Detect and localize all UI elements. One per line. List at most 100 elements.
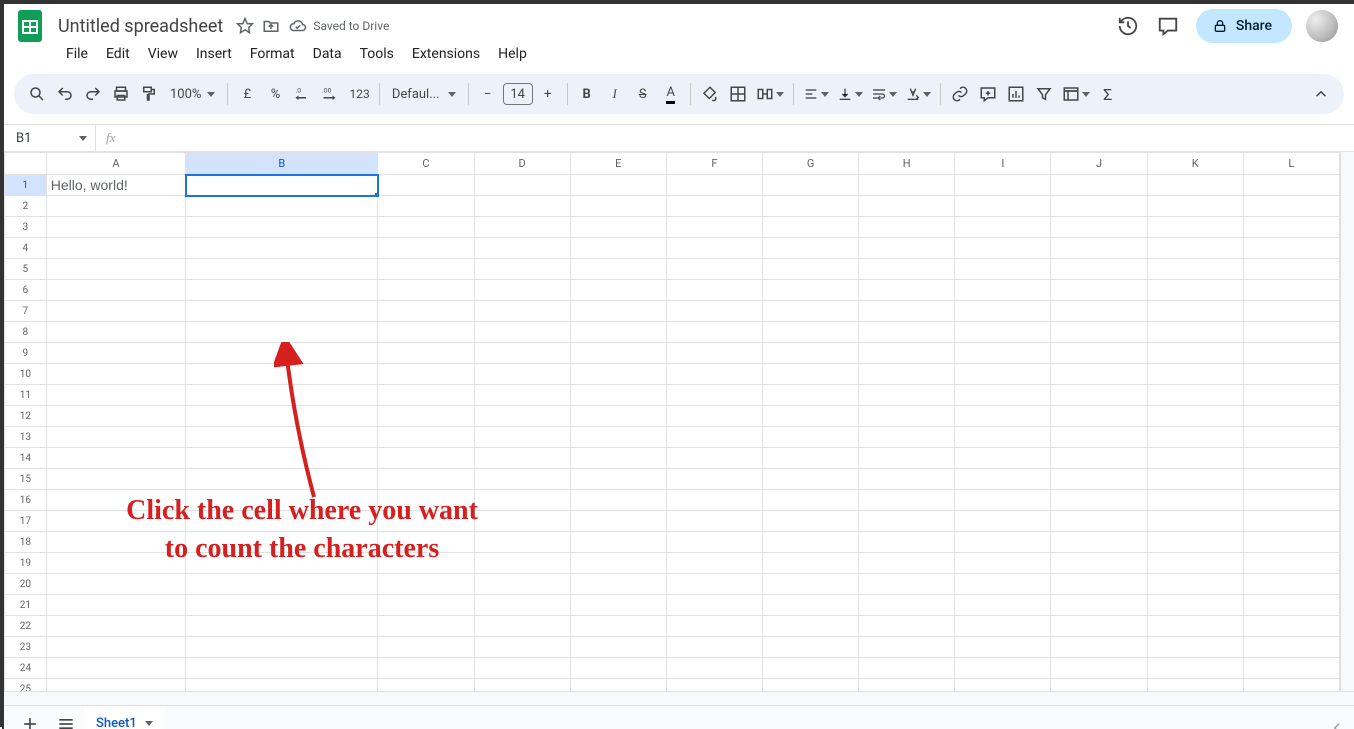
cell-D4[interactable] (474, 238, 570, 259)
cell-A22[interactable] (46, 616, 185, 637)
cell-L25[interactable] (1243, 679, 1339, 692)
italic-button[interactable]: I (602, 80, 628, 108)
cell-J23[interactable] (1051, 637, 1147, 658)
cell-K5[interactable] (1147, 259, 1243, 280)
cell-H19[interactable] (859, 553, 955, 574)
increase-decimal-icon[interactable]: .00 (318, 80, 344, 108)
search-icon[interactable] (24, 80, 50, 108)
cell-F10[interactable] (666, 364, 762, 385)
cell-I3[interactable] (955, 217, 1051, 238)
cell-K23[interactable] (1147, 637, 1243, 658)
cell-I7[interactable] (955, 301, 1051, 322)
cell-B4[interactable] (186, 238, 378, 259)
cell-F23[interactable] (666, 637, 762, 658)
cell-E5[interactable] (570, 259, 666, 280)
cell-H17[interactable] (859, 511, 955, 532)
column-header[interactable]: H (859, 153, 955, 175)
cell-I19[interactable] (955, 553, 1051, 574)
cell-I5[interactable] (955, 259, 1051, 280)
cell-E3[interactable] (570, 217, 666, 238)
cell-J17[interactable] (1051, 511, 1147, 532)
cell-J25[interactable] (1051, 679, 1147, 692)
cell-H14[interactable] (859, 448, 955, 469)
cell-I18[interactable] (955, 532, 1051, 553)
cell-D8[interactable] (474, 322, 570, 343)
cell-K9[interactable] (1147, 343, 1243, 364)
font-family-select[interactable]: Defaul... (386, 80, 462, 108)
undo-icon[interactable] (52, 80, 78, 108)
cell-L11[interactable] (1243, 385, 1339, 406)
cell-L8[interactable] (1243, 322, 1339, 343)
cell-J2[interactable] (1051, 196, 1147, 217)
filter-button[interactable] (1031, 80, 1057, 108)
row-header[interactable]: 22 (5, 616, 47, 637)
row-header[interactable]: 15 (5, 469, 47, 490)
cell-D20[interactable] (474, 574, 570, 595)
cell-B13[interactable] (186, 427, 378, 448)
cell-G4[interactable] (763, 238, 859, 259)
cell-H13[interactable] (859, 427, 955, 448)
cell-E23[interactable] (570, 637, 666, 658)
cell-J11[interactable] (1051, 385, 1147, 406)
cell-G13[interactable] (763, 427, 859, 448)
cell-A23[interactable] (46, 637, 185, 658)
menu-file[interactable]: File (58, 42, 96, 66)
cell-L24[interactable] (1243, 658, 1339, 679)
cell-I25[interactable] (955, 679, 1051, 692)
cell-K3[interactable] (1147, 217, 1243, 238)
cell-I13[interactable] (955, 427, 1051, 448)
cell-G14[interactable] (763, 448, 859, 469)
cell-B9[interactable] (186, 343, 378, 364)
cell-F3[interactable] (666, 217, 762, 238)
cell-H22[interactable] (859, 616, 955, 637)
text-rotation-button[interactable] (902, 80, 934, 108)
cell-H23[interactable] (859, 637, 955, 658)
cell-L22[interactable] (1243, 616, 1339, 637)
redo-icon[interactable] (80, 80, 106, 108)
cell-E21[interactable] (570, 595, 666, 616)
menu-tools[interactable]: Tools (352, 42, 402, 66)
cell-D17[interactable] (474, 511, 570, 532)
row-header[interactable]: 18 (5, 532, 47, 553)
percent-button[interactable]: % (262, 80, 288, 108)
cell-K7[interactable] (1147, 301, 1243, 322)
name-box[interactable]: B1 (4, 125, 96, 151)
cell-J1[interactable] (1051, 175, 1147, 196)
cell-H2[interactable] (859, 196, 955, 217)
cell-A13[interactable] (46, 427, 185, 448)
cell-F15[interactable] (666, 469, 762, 490)
column-header[interactable]: C (378, 153, 474, 175)
cell-J18[interactable] (1051, 532, 1147, 553)
cell-E22[interactable] (570, 616, 666, 637)
cell-K13[interactable] (1147, 427, 1243, 448)
decrease-decimal-icon[interactable]: .0 (290, 80, 316, 108)
cell-C3[interactable] (378, 217, 474, 238)
document-title[interactable]: Untitled spreadsheet (52, 14, 229, 39)
cell-A10[interactable] (46, 364, 185, 385)
cell-G23[interactable] (763, 637, 859, 658)
cell-J15[interactable] (1051, 469, 1147, 490)
vertical-scrollbar[interactable] (1340, 152, 1354, 691)
cell-L21[interactable] (1243, 595, 1339, 616)
cell-G21[interactable] (763, 595, 859, 616)
cell-D2[interactable] (474, 196, 570, 217)
paint-format-icon[interactable] (136, 80, 162, 108)
cell-L5[interactable] (1243, 259, 1339, 280)
cell-J22[interactable] (1051, 616, 1147, 637)
cell-C25[interactable] (378, 679, 474, 692)
cell-C12[interactable] (378, 406, 474, 427)
cell-H1[interactable] (859, 175, 955, 196)
history-icon[interactable] (1116, 14, 1140, 38)
cell-C13[interactable] (378, 427, 474, 448)
cell-B16[interactable] (186, 490, 378, 511)
cell-L4[interactable] (1243, 238, 1339, 259)
cell-B6[interactable] (186, 280, 378, 301)
cell-D6[interactable] (474, 280, 570, 301)
increase-font-size-button[interactable]: + (535, 80, 561, 108)
zoom-select[interactable]: 100% (164, 80, 221, 108)
cell-J6[interactable] (1051, 280, 1147, 301)
cell-A11[interactable] (46, 385, 185, 406)
cell-H8[interactable] (859, 322, 955, 343)
saved-status[interactable]: Saved to Drive (289, 17, 389, 35)
cell-L7[interactable] (1243, 301, 1339, 322)
